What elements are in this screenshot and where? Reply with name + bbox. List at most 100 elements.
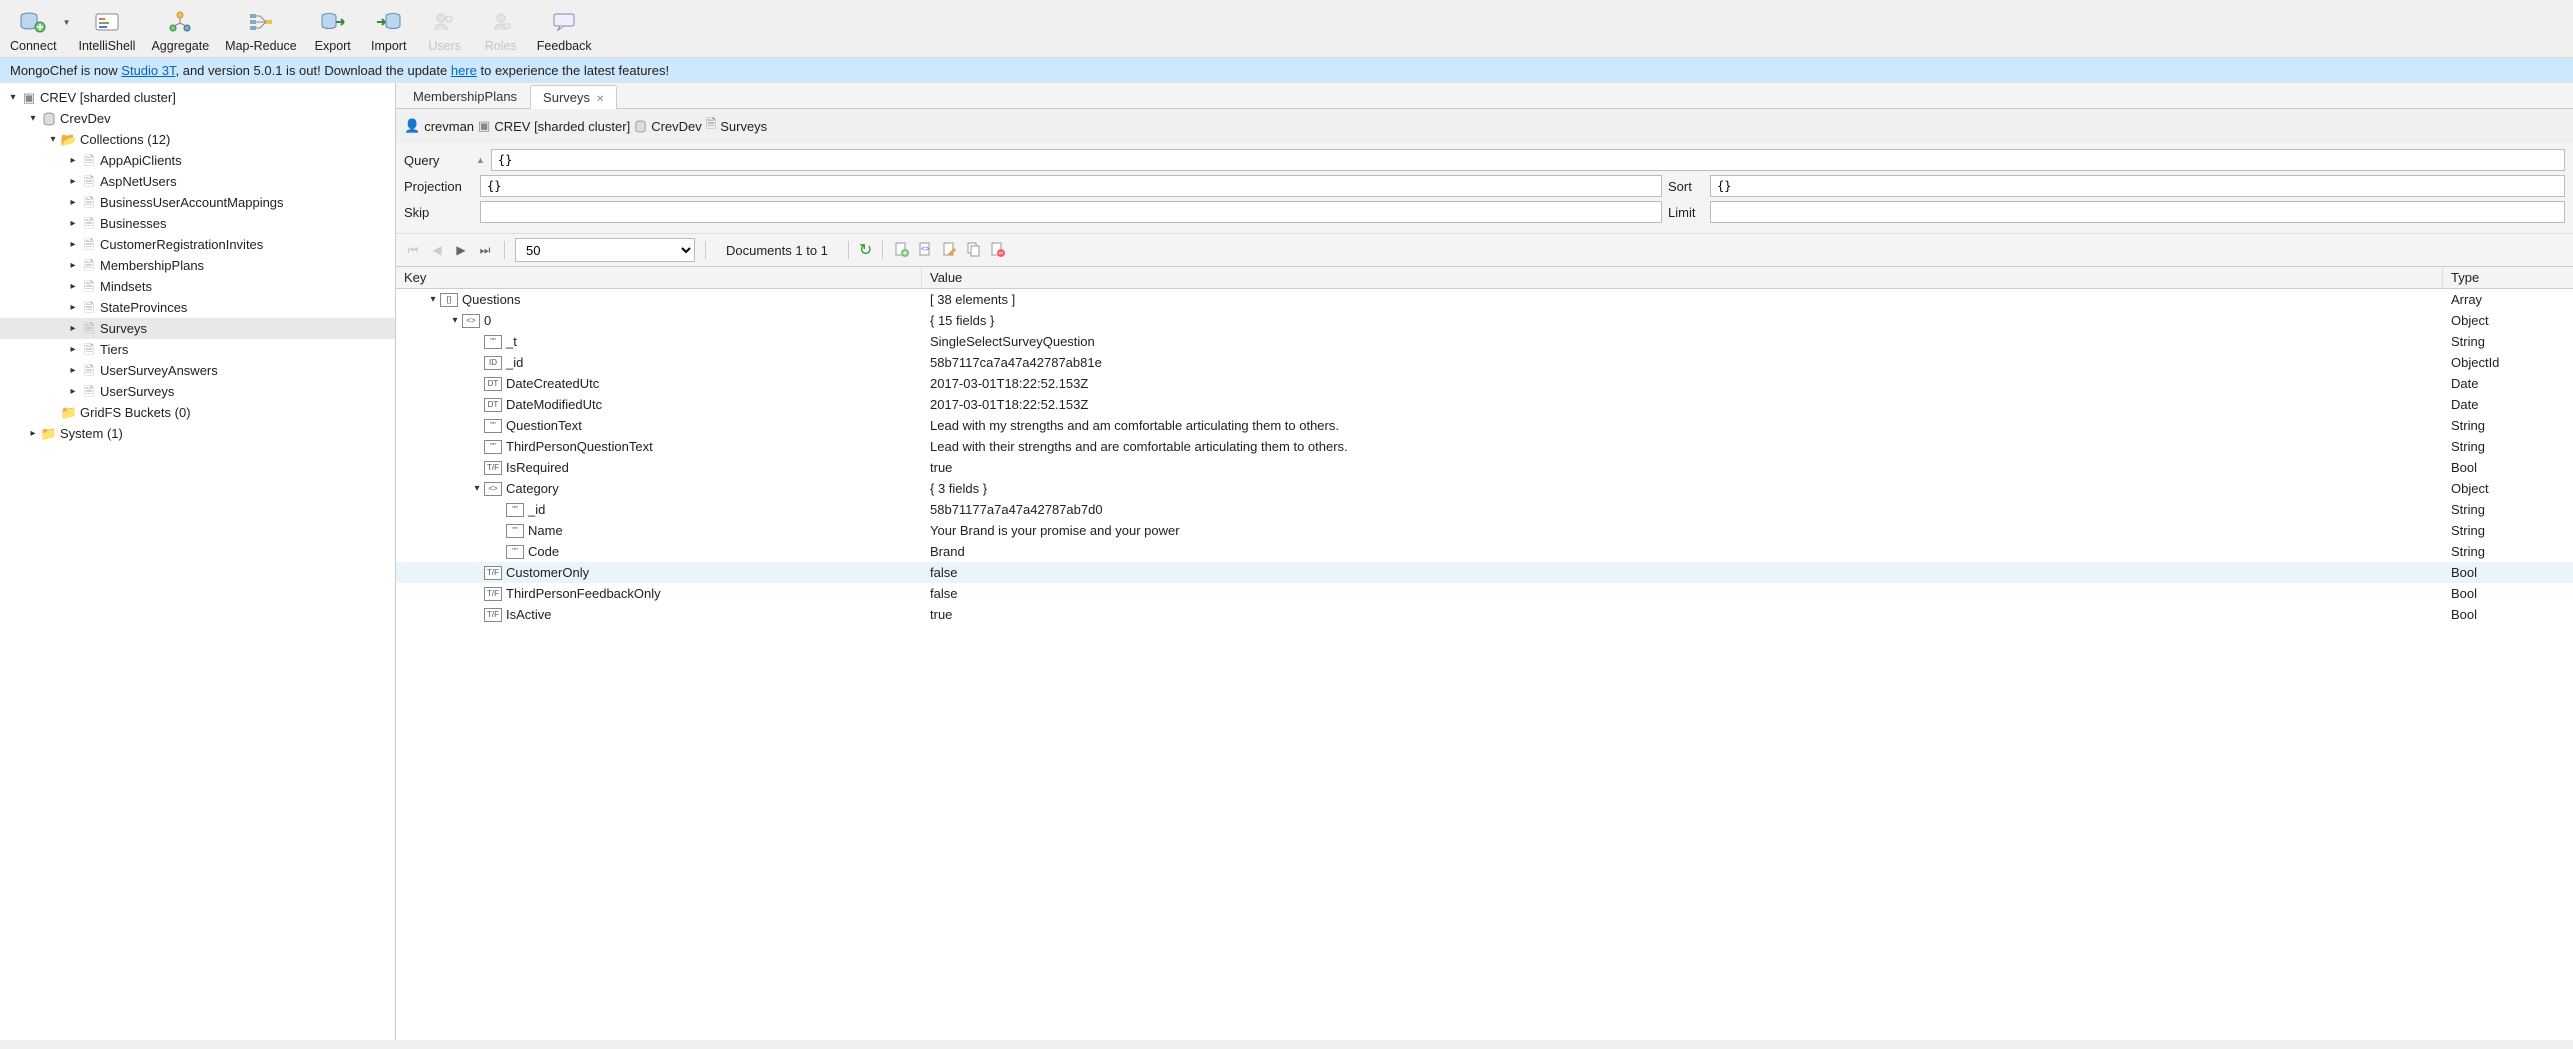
field-value: 2017-03-01T18:22:52.153Z: [922, 394, 2443, 415]
query-input[interactable]: [491, 149, 2565, 171]
connect-button[interactable]: Connect: [2, 4, 65, 55]
caret-right-icon[interactable]: ▸: [66, 276, 80, 297]
first-page-icon[interactable]: ⏮: [404, 241, 422, 259]
close-icon[interactable]: ✕: [596, 94, 604, 105]
field-key: Code: [528, 541, 559, 562]
caret-down-icon[interactable]: ▾: [26, 108, 40, 129]
tree-collection-item[interactable]: ▸🗎Mindsets: [0, 276, 395, 297]
column-key[interactable]: Key: [396, 267, 922, 288]
export-button[interactable]: Export: [305, 4, 361, 55]
result-row[interactable]: ▾ [] Questions [ 38 elements ] Array: [396, 289, 2573, 310]
tree-database[interactable]: ▾ CrevDev: [0, 108, 395, 129]
caret-icon[interactable]: ▾: [470, 478, 484, 499]
download-link[interactable]: here: [451, 63, 477, 78]
tree-collection-item[interactable]: ▸🗎BusinessUserAccountMappings: [0, 192, 395, 213]
tree-collection-item[interactable]: ▸🗎Businesses: [0, 213, 395, 234]
users-icon: [429, 6, 461, 38]
import-button[interactable]: Import: [361, 4, 417, 55]
result-row[interactable]: ▸ T/F CustomerOnly false Bool: [396, 562, 2573, 583]
page-size-select[interactable]: 50: [515, 238, 695, 262]
tab-membershipplans[interactable]: MembershipPlans: [400, 84, 530, 108]
studio3t-link[interactable]: Studio 3T: [121, 63, 175, 78]
tree-collection-item[interactable]: ▸🗎MembershipPlans: [0, 255, 395, 276]
result-row[interactable]: ▸ ID _id 58b7117ca7a47a42787ab81e Object…: [396, 352, 2573, 373]
aggregate-button[interactable]: Aggregate: [143, 4, 217, 55]
collection-icon: 🗎: [80, 216, 98, 232]
caret-right-icon[interactable]: ▸: [66, 234, 80, 255]
field-type-icon: DT: [484, 398, 502, 412]
column-value[interactable]: Value: [922, 267, 2443, 288]
delete-document-icon[interactable]: [989, 241, 1007, 259]
server-icon: ▣: [478, 118, 490, 134]
field-value: 58b7117ca7a47a42787ab81e: [922, 352, 2443, 373]
result-row[interactable]: ▸ DT DateModifiedUtc 2017-03-01T18:22:52…: [396, 394, 2573, 415]
result-row[interactable]: ▸ T/F ThirdPersonFeedbackOnly false Bool: [396, 583, 2573, 604]
result-row[interactable]: ▸ "" _t SingleSelectSurveyQuestion Strin…: [396, 331, 2573, 352]
tree-collection-item[interactable]: ▸🗎StateProvinces: [0, 297, 395, 318]
tab-surveys[interactable]: Surveys✕: [530, 85, 617, 109]
caret-right-icon[interactable]: ▸: [66, 150, 80, 171]
next-page-icon[interactable]: ▶: [452, 241, 470, 259]
result-row[interactable]: ▸ "" QuestionText Lead with my strengths…: [396, 415, 2573, 436]
result-row[interactable]: ▸ T/F IsRequired true Bool: [396, 457, 2573, 478]
tree-collection-item[interactable]: ▸🗎CustomerRegistrationInvites: [0, 234, 395, 255]
tree-collection-item[interactable]: ▸🗎UserSurveys: [0, 381, 395, 402]
column-type[interactable]: Type: [2443, 267, 2573, 288]
caret-right-icon[interactable]: ▸: [66, 297, 80, 318]
result-row[interactable]: ▾ <> Category { 3 fields } Object: [396, 478, 2573, 499]
caret-right-icon[interactable]: ▸: [66, 360, 80, 381]
caret-icon[interactable]: ▾: [426, 289, 440, 310]
view-document-icon[interactable]: <>: [917, 241, 935, 259]
result-row[interactable]: ▸ DT DateCreatedUtc 2017-03-01T18:22:52.…: [396, 373, 2573, 394]
result-row[interactable]: ▸ "" Name Your Brand is your promise and…: [396, 520, 2573, 541]
copy-document-icon[interactable]: [965, 241, 983, 259]
field-value: [ 38 elements ]: [922, 289, 2443, 310]
tree-collection-item[interactable]: ▸🗎AspNetUsers: [0, 171, 395, 192]
caret-right-icon[interactable]: ▸: [66, 381, 80, 402]
result-row[interactable]: ▸ "" Code Brand String: [396, 541, 2573, 562]
caret-right-icon[interactable]: ▸: [66, 171, 80, 192]
projection-input[interactable]: [480, 175, 1662, 197]
field-value: Lead with my strengths and am comfortabl…: [922, 415, 2443, 436]
caret-right-icon[interactable]: ▸: [66, 192, 80, 213]
tree-root[interactable]: ▾ ▣ CREV [sharded cluster]: [0, 87, 395, 108]
last-page-icon[interactable]: ⏭: [476, 241, 494, 259]
edit-document-icon[interactable]: [941, 241, 959, 259]
intellishell-button[interactable]: IntelliShell: [70, 4, 143, 55]
field-type: String: [2443, 331, 2573, 352]
caret-right-icon[interactable]: ▸: [66, 213, 80, 234]
tree-collection-item[interactable]: ▸🗎Surveys: [0, 318, 395, 339]
add-document-icon[interactable]: [893, 241, 911, 259]
field-type: ObjectId: [2443, 352, 2573, 373]
tree-collections-folder[interactable]: ▾ 📂 Collections (12): [0, 129, 395, 150]
limit-input[interactable]: [1710, 201, 2565, 223]
caret-down-icon[interactable]: ▾: [46, 129, 60, 150]
caret-down-icon[interactable]: ▾: [6, 87, 20, 108]
field-type: Bool: [2443, 562, 2573, 583]
caret-right-icon[interactable]: ▸: [66, 339, 80, 360]
mapreduce-button[interactable]: Map-Reduce: [217, 4, 305, 55]
field-type: String: [2443, 415, 2573, 436]
result-row[interactable]: ▸ "" _id 58b71177a7a47a42787ab7d0 String: [396, 499, 2573, 520]
tree-system-folder[interactable]: ▸ 📁 System (1): [0, 423, 395, 444]
caret-right-icon[interactable]: ▸: [66, 255, 80, 276]
sort-input[interactable]: [1710, 175, 2565, 197]
tree-collection-item[interactable]: ▸🗎UserSurveyAnswers: [0, 360, 395, 381]
result-row[interactable]: ▸ T/F IsActive true Bool: [396, 604, 2573, 625]
tree-collection-item[interactable]: ▸🗎AppApiClients: [0, 150, 395, 171]
skip-input[interactable]: [480, 201, 1662, 223]
tree-collection-item[interactable]: ▸🗎Tiers: [0, 339, 395, 360]
refresh-icon[interactable]: ↻: [859, 240, 872, 260]
field-key: CustomerOnly: [506, 562, 589, 583]
result-row[interactable]: ▸ "" ThirdPersonQuestionText Lead with t…: [396, 436, 2573, 457]
tree-gridfs-folder[interactable]: ▸ 📁 GridFS Buckets (0): [0, 402, 395, 423]
prev-page-icon[interactable]: ◀: [428, 241, 446, 259]
result-row[interactable]: ▾ <> 0 { 15 fields } Object: [396, 310, 2573, 331]
connect-dropdown-icon[interactable]: ▼: [63, 18, 71, 41]
caret-right-icon[interactable]: ▸: [66, 318, 80, 339]
caret-icon[interactable]: ▾: [448, 310, 462, 331]
feedback-button[interactable]: Feedback: [529, 4, 600, 55]
caret-right-icon[interactable]: ▸: [26, 423, 40, 444]
svg-text:<>: <>: [921, 246, 929, 253]
collapse-icon[interactable]: ▲: [476, 155, 485, 165]
